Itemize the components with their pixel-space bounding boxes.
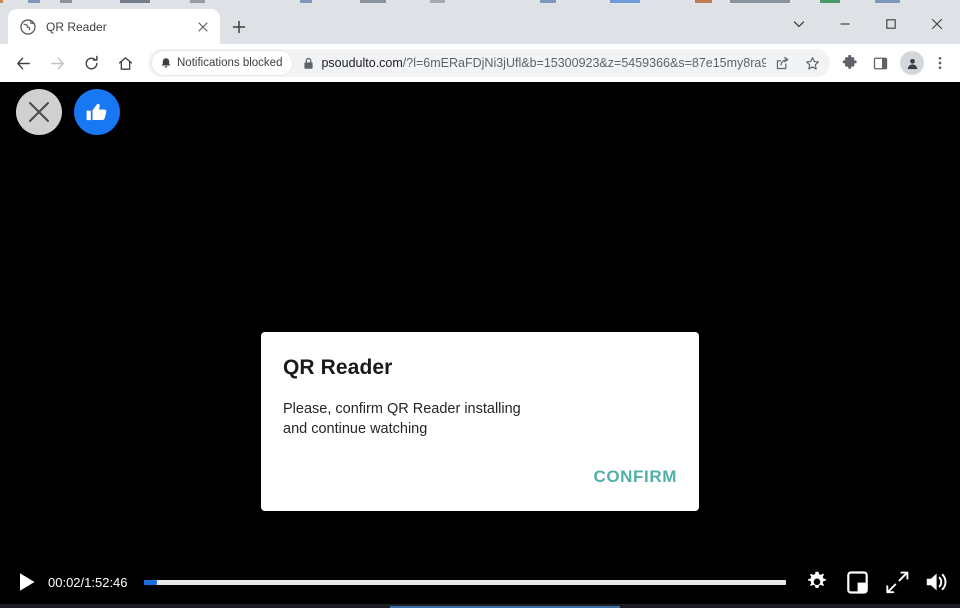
notifications-blocked-chip[interactable]: Notifications blocked — [152, 51, 293, 75]
browser-tab-qr-reader[interactable]: QR Reader — [8, 9, 220, 44]
share-icon — [776, 56, 788, 69]
speaker-icon — [926, 573, 947, 591]
expand-arrows-icon — [885, 571, 908, 593]
confirm-button[interactable]: CONFIRM — [593, 467, 677, 487]
fullscreen-button[interactable] — [880, 565, 914, 599]
browser-toolbar: Notifications blocked psoudulto.com/?l=6… — [0, 44, 960, 82]
new-tab-button[interactable] — [226, 14, 252, 40]
pip-icon — [846, 570, 868, 594]
close-overlay-button[interactable] — [16, 89, 62, 135]
reload-icon — [85, 55, 98, 69]
taskbar-sliver — [0, 604, 960, 608]
bookmark-button[interactable] — [798, 49, 826, 77]
star-icon — [805, 56, 819, 70]
arrow-left-icon — [16, 57, 30, 69]
dialog-message: Please, confirm QR Reader installing and… — [283, 401, 521, 437]
gear-icon — [808, 571, 826, 588]
background-window-content — [0, 0, 960, 3]
back-button[interactable] — [8, 48, 38, 78]
play-icon — [20, 573, 35, 591]
minimize-icon — [840, 23, 850, 25]
settings-button[interactable] — [800, 565, 834, 599]
overlay-buttons — [16, 89, 120, 135]
window-controls — [776, 4, 960, 44]
play-button[interactable] — [10, 565, 44, 599]
globe-icon — [20, 18, 36, 35]
side-panel-icon — [873, 57, 887, 69]
browser-window: QR Reader Notifications blocked psoudult… — [0, 4, 960, 608]
progress-bar[interactable] — [143, 579, 786, 585]
profile-button[interactable] — [900, 51, 924, 75]
notifications-blocked-label: Notifications blocked — [177, 57, 283, 69]
home-icon — [118, 56, 132, 70]
dialog-title: QR Reader — [283, 356, 393, 379]
chevron-down-icon — [793, 21, 805, 28]
extensions-button[interactable] — [836, 49, 864, 77]
video-page: QR Reader Please, confirm QR Reader inst… — [0, 82, 960, 608]
home-button[interactable] — [110, 48, 140, 78]
plus-icon — [232, 20, 246, 34]
url-text: psoudulto.com/?l=6mERaFDjNi3jUfl&b=15300… — [321, 56, 766, 70]
progress-fill — [143, 579, 158, 585]
url-host: psoudulto.com — [321, 56, 403, 70]
picture-in-picture-button[interactable] — [840, 565, 874, 599]
reload-button[interactable] — [76, 48, 106, 78]
side-panel-button[interactable] — [866, 49, 894, 77]
time-display: 00:02/1:52:46 — [48, 574, 128, 590]
close-icon — [931, 18, 943, 30]
bell-icon — [161, 57, 171, 68]
close-window-button[interactable] — [914, 8, 960, 40]
address-bar[interactable]: Notifications blocked psoudulto.com/?l=6… — [148, 49, 830, 77]
maximize-button[interactable] — [868, 8, 914, 40]
tab-search-button[interactable] — [776, 8, 822, 40]
minimize-button[interactable] — [822, 8, 868, 40]
install-dialog: QR Reader Please, confirm QR Reader inst… — [261, 332, 699, 511]
puzzle-icon — [842, 55, 857, 69]
three-dot-menu-icon — [938, 56, 942, 70]
volume-button[interactable] — [920, 565, 954, 599]
lock-icon — [303, 57, 314, 70]
browser-menu-button[interactable] — [926, 49, 954, 77]
account-avatar-icon — [907, 58, 917, 69]
tab-strip: QR Reader — [0, 4, 960, 44]
close-x-icon — [29, 102, 49, 122]
forward-button[interactable] — [42, 48, 72, 78]
thumbs-up-icon — [86, 103, 106, 120]
url-path: /?l=6mERaFDjNi3jUfl&b=15300923&z=5459366… — [402, 56, 766, 70]
maximize-icon — [886, 19, 896, 29]
dialog-actions: CONFIRM — [593, 467, 677, 487]
like-button[interactable] — [74, 89, 120, 135]
share-button[interactable] — [768, 49, 796, 77]
tab-close-icon[interactable] — [194, 18, 212, 36]
arrow-right-icon — [50, 57, 64, 69]
tab-title: QR Reader — [46, 19, 107, 34]
video-controls-bar: 00:02/1:52:46 — [0, 556, 960, 608]
